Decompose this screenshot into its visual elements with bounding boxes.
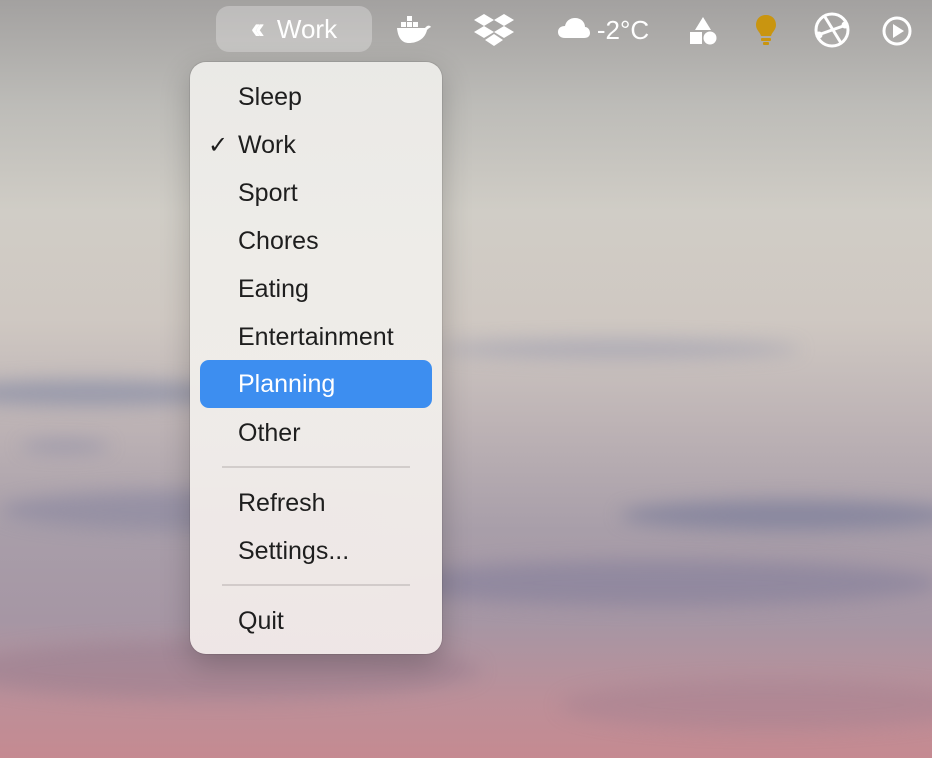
menu-item-work[interactable]: ✓ Work [200, 121, 432, 169]
menu-item-label: Chores [238, 226, 319, 255]
menu-item-refresh[interactable]: Refresh [200, 479, 432, 527]
menu-item-chores[interactable]: Chores [200, 217, 432, 265]
menu-item-label: Entertainment [238, 322, 394, 351]
menu-item-sport[interactable]: Sport [200, 169, 432, 217]
wallpaper-cloud [20, 440, 110, 452]
menu-item-label: Settings... [238, 536, 350, 565]
menu-separator [222, 584, 410, 586]
menu-item-label: Eating [238, 274, 309, 303]
wallpaper-cloud [440, 340, 800, 358]
docker-icon[interactable] [394, 12, 434, 48]
wallpaper-cloud [560, 680, 932, 730]
wallpaper-cloud [620, 500, 932, 530]
activity-status-label: Work [276, 13, 338, 44]
double-chevron-left-icon: ‹‹ [250, 12, 265, 45]
menu-item-label: Work [238, 130, 296, 159]
weather-widget[interactable]: -2°C [548, 10, 658, 50]
menu-item-label: Sleep [238, 82, 302, 111]
activity-dropdown-menu: Sleep ✓ Work Sport Chores Eating Enterta… [190, 62, 442, 654]
menu-item-settings[interactable]: Settings... [200, 527, 432, 575]
menu-item-planning[interactable]: Planning [200, 360, 432, 408]
menu-separator [222, 466, 410, 468]
vpn-globe-icon[interactable] [812, 10, 852, 50]
checkmark-icon: ✓ [208, 131, 229, 159]
cloud-icon [557, 15, 591, 46]
menu-item-entertainment[interactable]: Entertainment [200, 313, 432, 361]
menu-item-sleep[interactable]: Sleep [200, 73, 432, 121]
dropbox-icon[interactable] [472, 10, 516, 50]
play-circle-icon[interactable] [880, 14, 914, 48]
menu-item-quit[interactable]: Quit [200, 597, 432, 645]
desktop-wallpaper [0, 0, 932, 758]
menu-item-label: Sport [238, 178, 298, 207]
menu-item-label: Quit [238, 606, 284, 635]
activity-status-button[interactable]: ‹‹ Work [216, 6, 372, 52]
menu-bar: ‹‹ Work -2°C [0, 0, 932, 62]
wallpaper-cloud [380, 560, 932, 606]
temperature-label: -2°C [596, 14, 650, 45]
menu-item-label: Refresh [238, 488, 326, 517]
menu-item-label: Planning [238, 369, 336, 398]
menu-item-label: Other [238, 418, 301, 447]
lightbulb-icon[interactable] [750, 12, 782, 48]
menu-item-eating[interactable]: Eating [200, 265, 432, 313]
menu-item-other[interactable]: Other [200, 409, 432, 457]
shapes-icon[interactable] [686, 14, 720, 48]
